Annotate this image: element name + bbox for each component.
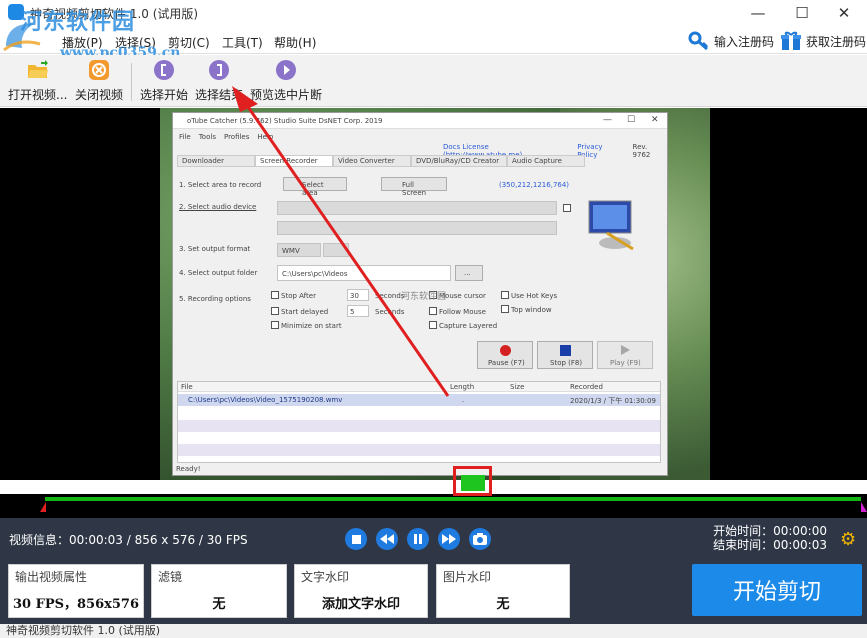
stop-icon <box>351 534 361 544</box>
forward-button[interactable] <box>438 528 460 550</box>
time-range: 开始时间：00:00:00 结束时间：00:00:03 <box>713 524 827 552</box>
highlight-box <box>453 466 492 496</box>
video-info-value: 00:00:03 / 856 x 576 / 30 FPS <box>69 533 248 547</box>
pause-icon <box>414 534 422 544</box>
video-info: 视频信息：00:00:03 / 856 x 576 / 30 FPS <box>9 531 248 548</box>
text-watermark-label: 文字水印 <box>301 570 350 584</box>
start-marker-icon[interactable] <box>40 502 50 512</box>
filter-card[interactable]: 滤镜 无 <box>151 564 287 618</box>
camera-icon <box>473 533 487 545</box>
snapshot-button[interactable] <box>469 528 491 550</box>
timeline-selection <box>45 497 861 501</box>
bottom-panel: 输出视频属性 30 FPS，856x576 滤镜 无 文字水印 添加文字水印 图… <box>0 564 867 624</box>
fast-forward-icon <box>442 534 456 544</box>
image-watermark-value: 无 <box>496 597 510 612</box>
text-watermark-value: 添加文字水印 <box>321 597 400 612</box>
timeline[interactable] <box>0 480 867 518</box>
start-time-row: 开始时间：00:00:00 <box>713 524 827 538</box>
rewind-icon <box>380 534 394 544</box>
text-watermark-card[interactable]: 文字水印 添加文字水印 <box>294 564 428 618</box>
timeline-top-strip <box>0 480 867 494</box>
end-marker-icon[interactable] <box>857 502 867 512</box>
start-time-label: 开始时间： <box>713 524 774 538</box>
image-watermark-label: 图片水印 <box>443 570 492 584</box>
image-watermark-card[interactable]: 图片水印 无 <box>436 564 570 618</box>
filter-value: 无 <box>212 597 226 612</box>
status-bar: 神奇视频剪切软件 1.0 (试用版) <box>0 624 867 638</box>
control-bar: 视频信息：00:00:03 / 856 x 576 / 30 FPS 开始时间：… <box>0 518 867 564</box>
start-cut-button[interactable]: 开始剪切 <box>692 564 862 616</box>
start-time-value: 00:00:00 <box>773 524 827 538</box>
end-time-value: 00:00:03 <box>773 538 827 552</box>
app-window: 神奇视频剪切软件 1.0 (试用版) — ☐ ✕ 播放(P) 选择(S) 剪切(… <box>0 0 867 638</box>
output-properties-value: 30 FPS，856x576 <box>12 597 140 612</box>
filter-label: 滤镜 <box>158 570 183 584</box>
pause-button[interactable] <box>407 528 429 550</box>
output-properties-card[interactable]: 输出视频属性 30 FPS，856x576 <box>8 564 144 618</box>
video-info-label: 视频信息： <box>9 533 70 547</box>
output-properties-label: 输出视频属性 <box>15 570 88 584</box>
gear-icon[interactable]: ⚙ <box>840 531 856 549</box>
stop-button[interactable] <box>345 528 367 550</box>
end-time-label: 结束时间： <box>713 538 774 552</box>
end-time-row: 结束时间：00:00:03 <box>713 538 827 552</box>
rewind-button[interactable] <box>376 528 398 550</box>
